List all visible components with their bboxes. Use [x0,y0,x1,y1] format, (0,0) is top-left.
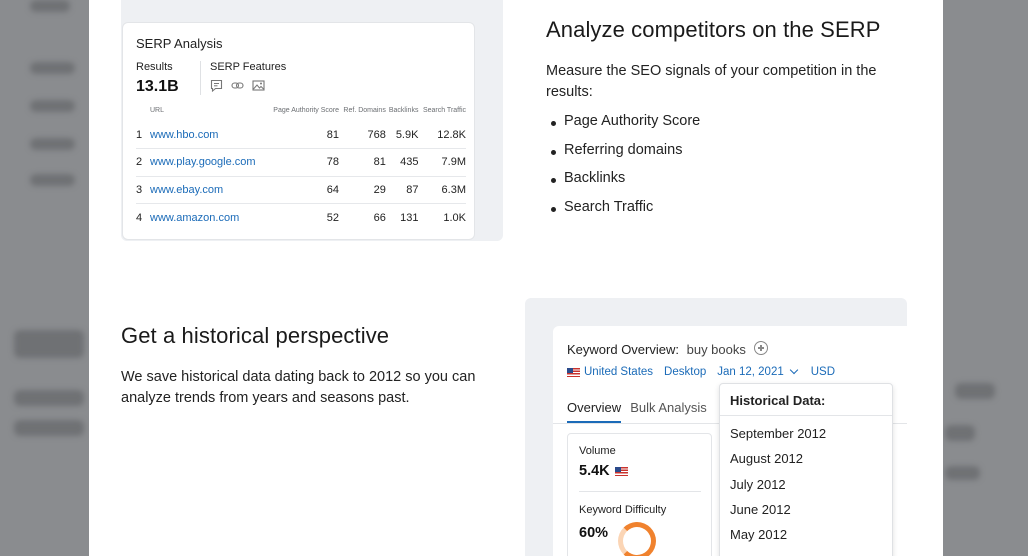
table-row: 1 www.hbo.com 81 768 5.9K 12.8K [136,121,466,149]
divider [579,491,701,492]
volume-value: 5.4K [579,463,632,479]
list-item-label: Search Traffic [564,198,654,215]
url-link[interactable]: www.play.google.com [150,148,267,177]
keyword-overview-panel: Keyword Overview: buy books United State… [525,298,907,556]
keyword-overview-title: Keyword Overview: buy books [567,342,746,357]
link-icon [231,79,244,92]
keyword-difficulty-label: Keyword Difficulty [579,504,667,516]
keyword-overview-card: Keyword Overview: buy books United State… [553,326,907,556]
list-item: Referring domains [551,141,700,171]
metrics-panel: Volume 5.4K Keyword Difficulty 60% [567,433,712,556]
bullet-icon [551,149,556,155]
ref-domains-cell: 66 [373,211,386,224]
results-label: Results [136,61,173,73]
historical-data-list: September 2012 August 2012 July 2012 Jun… [720,416,892,547]
bullet-icon [551,178,556,183]
serp-card-title: SERP Analysis [136,36,223,51]
historical-data-header: Historical Data: [720,384,892,416]
table-header-row: URL Page Authority Score Ref. Domains Ba… [136,103,466,121]
country-selector[interactable]: United States [584,366,653,378]
keyword-tabs: Overview Bulk Analysis [567,400,707,423]
list-item: Search Traffic [551,198,700,228]
backlinks-cell: 5.9K [385,121,419,149]
list-item: Page Authority Score [551,113,701,142]
dropdown-item[interactable]: August 2012 [720,446,892,471]
answer-box-icon [210,79,223,93]
list-item-label: Referring domains [564,141,683,158]
chevron-down-icon[interactable] [789,365,798,375]
list-item: Backlinks [551,170,700,199]
bullet-icon [551,206,556,212]
us-flag-icon [614,466,628,476]
keyword-value: buy books [686,342,746,357]
dropdown-item[interactable]: May 2012 [720,522,892,547]
table-row: 4 www.amazon.com 52 66 131 1.0K [136,204,466,232]
page-authority-cell: 64 [266,176,340,204]
keyword-overview-label: Keyword Overview: [567,342,679,357]
column-header-page-authority: Page Authority Score [273,107,340,114]
backlinks-cell: 131 [400,211,419,224]
us-flag-icon [567,367,580,377]
serp-results-table: URL Page Authority Score Ref. Domains Ba… [136,103,466,231]
serp-section-description: Measure the SEO signals of your competit… [546,63,877,100]
dropdown-item[interactable]: June 2012 [720,497,892,522]
url-link[interactable]: www.hbo.com [150,121,267,149]
device-selector[interactable]: Desktop [664,366,706,378]
page-authority-cell: 81 [266,121,340,149]
tab-bulk-analysis[interactable]: Bulk Analysis [630,400,707,423]
results-value: 13.1B [136,78,179,95]
ref-domains-cell: 81 [339,148,386,177]
column-header-ref-domains: Ref. Domains [343,107,386,114]
serp-analysis-panel: SERP Analysis Results 13.1B SERP Feature… [121,0,503,241]
list-item-label: Page Authority Score [564,113,701,129]
date-selector[interactable]: Jan 12, 2021 [717,366,784,378]
backlinks-cell: 87 [385,176,419,204]
row-number: 3 [136,176,150,204]
serp-feature-icons [210,79,265,93]
row-number: 1 [136,121,150,149]
url-link[interactable]: www.ebay.com [150,176,267,204]
url-link[interactable]: www.amazon.com [150,204,266,232]
search-traffic-cell: 6.3M [418,176,466,204]
historical-data-dropdown: Historical Data: September 2012 August 2… [719,383,893,556]
volume-number: 5.4K [579,463,610,479]
page-authority-cell: 52 [326,211,340,224]
history-section-heading: Get a historical perspective [121,323,390,348]
backlinks-cell: 435 [385,148,419,177]
bullet-icon [551,121,556,126]
ref-domains-cell: 29 [339,176,386,204]
column-header-url: URL [150,107,165,114]
serp-analysis-card: SERP Analysis Results 13.1B SERP Feature… [122,22,475,240]
image-icon [252,79,265,92]
history-section-description: We save historical data dating back to 2… [121,369,476,406]
page-authority-cell: 78 [266,148,340,177]
tab-overview[interactable]: Overview [567,400,622,423]
keyword-difficulty-value: 60% [579,525,609,541]
currency-selector[interactable]: USD [811,366,835,378]
serp-section-heading: Analyze competitors on the SERP [546,17,881,42]
row-number: 4 [136,211,143,224]
search-traffic-cell: 12.8K [418,121,466,149]
volume-label: Volume [579,445,616,457]
row-number: 2 [136,148,150,177]
table-row: 2 www.play.google.com 78 81 435 7.9M [136,148,466,177]
divider [200,61,201,95]
difficulty-gauge-icon [618,522,656,556]
search-traffic-cell: 1.0K [443,211,466,224]
serp-signals-list: Page Authority Score Referring domains B… [551,113,701,228]
list-item-label: Backlinks [564,170,626,186]
column-header-backlinks: Backlinks [388,107,419,114]
ref-domains-cell: 768 [339,121,386,149]
search-traffic-cell: 7.9M [418,148,466,177]
serp-features-label: SERP Features [210,61,287,73]
column-header-search-traffic: Search Traffic [422,107,466,114]
table-row: 3 www.ebay.com 64 29 87 6.3M [136,176,466,204]
dropdown-item[interactable]: September 2012 [720,421,892,446]
keyword-filters: United States Desktop Jan 12, 2021 USD [567,365,835,378]
dropdown-item[interactable]: July 2012 [720,472,892,497]
add-keyword-icon[interactable] [754,341,768,355]
feature-modal: SERP Analysis Results 13.1B SERP Feature… [89,0,943,556]
